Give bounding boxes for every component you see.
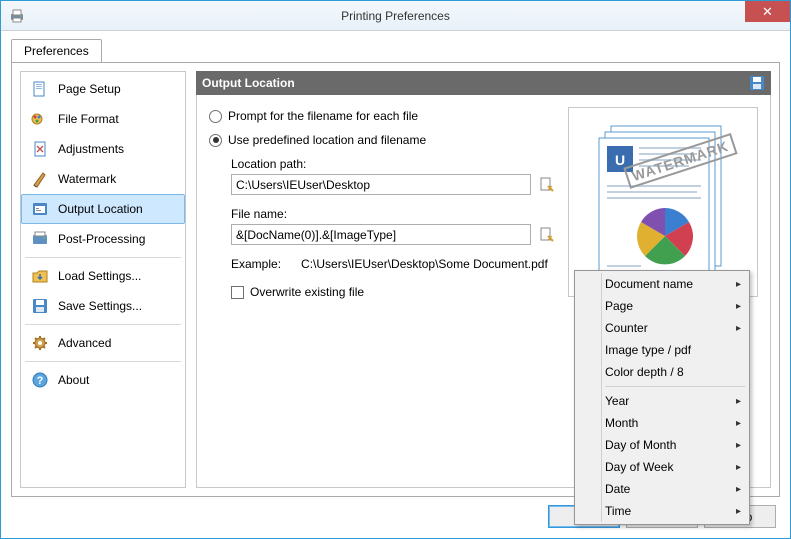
example-label: Example: [231, 257, 281, 271]
save-icon [30, 296, 50, 316]
context-separator [605, 386, 745, 387]
sidebar-item-file-format[interactable]: File Format [21, 104, 185, 134]
printer-icon [9, 8, 25, 24]
tabstrip: Preferences [11, 39, 780, 62]
sidebar-item-label: About [58, 373, 89, 387]
sidebar-item-page-setup[interactable]: Page Setup [21, 74, 185, 104]
file-format-icon [30, 109, 50, 129]
save-header-icon[interactable] [749, 75, 765, 91]
post-processing-icon [30, 229, 50, 249]
svg-text:U: U [615, 152, 625, 168]
svg-text:?: ? [37, 375, 44, 387]
sidebar-item-label: Output Location [58, 202, 143, 216]
sidebar-item-save-settings[interactable]: Save Settings... [21, 291, 185, 321]
sidebar-separator [25, 361, 181, 362]
adjustments-icon [30, 139, 50, 159]
ctx-item-day-of-week[interactable]: Day of Week [577, 456, 747, 478]
ctx-item-counter[interactable]: Counter [577, 317, 747, 339]
ctx-item-document-name[interactable]: Document name [577, 273, 747, 295]
gear-icon [30, 333, 50, 353]
example-value: C:\Users\IEUser\Desktop\Some Document.pd… [301, 257, 548, 271]
checkbox-icon [231, 286, 244, 299]
sidebar-separator [25, 257, 181, 258]
ctx-item-day-of-month[interactable]: Day of Month [577, 434, 747, 456]
ctx-item-date[interactable]: Date [577, 478, 747, 500]
close-button[interactable]: ✕ [745, 1, 790, 22]
output-location-icon [30, 199, 50, 219]
help-icon: ? [30, 370, 50, 390]
ctx-item-page[interactable]: Page [577, 295, 747, 317]
page-setup-icon [30, 79, 50, 99]
sidebar-item-label: Adjustments [58, 142, 124, 156]
close-icon: ✕ [762, 4, 773, 20]
context-menu: Document name Page Counter Image type / … [574, 270, 750, 525]
browse-location-button[interactable] [537, 175, 557, 195]
filename-macro-button[interactable] [537, 225, 557, 245]
radio-icon [209, 110, 222, 123]
sidebar-separator [25, 324, 181, 325]
window-title: Printing Preferences [1, 9, 790, 23]
window: Printing Preferences ✕ Preferences Page … [0, 0, 791, 539]
sidebar-item-adjustments[interactable]: Adjustments [21, 134, 185, 164]
radio-label: Prompt for the filename for each file [228, 109, 418, 123]
sidebar-item-label: Page Setup [58, 82, 121, 96]
sidebar-item-label: File Format [58, 112, 119, 126]
radio-icon [209, 134, 222, 147]
sidebar-item-load-settings[interactable]: Load Settings... [21, 261, 185, 291]
filename-input[interactable] [231, 224, 531, 245]
preview-pane: U WATERMARK [568, 107, 758, 297]
location-input[interactable] [231, 174, 531, 195]
section-header: Output Location [196, 71, 771, 95]
ctx-item-image-type[interactable]: Image type / pdf [577, 339, 747, 361]
sidebar-item-label: Post-Processing [58, 232, 145, 246]
ctx-item-month[interactable]: Month [577, 412, 747, 434]
sidebar-item-label: Load Settings... [58, 269, 141, 283]
load-icon [30, 266, 50, 286]
sidebar-item-label: Save Settings... [58, 299, 142, 313]
sidebar-item-post-processing[interactable]: Post-Processing [21, 224, 185, 254]
tab-preferences[interactable]: Preferences [11, 39, 102, 62]
sidebar-item-output-location[interactable]: Output Location [21, 194, 185, 224]
watermark-icon [30, 169, 50, 189]
sidebar-item-label: Watermark [58, 172, 116, 186]
sidebar-item-advanced[interactable]: Advanced [21, 328, 185, 358]
sidebar-item-about[interactable]: ? About [21, 365, 185, 395]
checkbox-label: Overwrite existing file [250, 285, 364, 299]
ctx-item-color-depth[interactable]: Color depth / 8 [577, 361, 747, 383]
sidebar-item-label: Advanced [58, 336, 111, 350]
section-title: Output Location [202, 76, 295, 90]
sidebar-item-watermark[interactable]: Watermark [21, 164, 185, 194]
sidebar: Page Setup File Format Adjustments Water… [20, 71, 186, 488]
ctx-item-year[interactable]: Year [577, 390, 747, 412]
titlebar: Printing Preferences ✕ [1, 1, 790, 31]
radio-label: Use predefined location and filename [228, 133, 426, 147]
ctx-item-time[interactable]: Time [577, 500, 747, 522]
